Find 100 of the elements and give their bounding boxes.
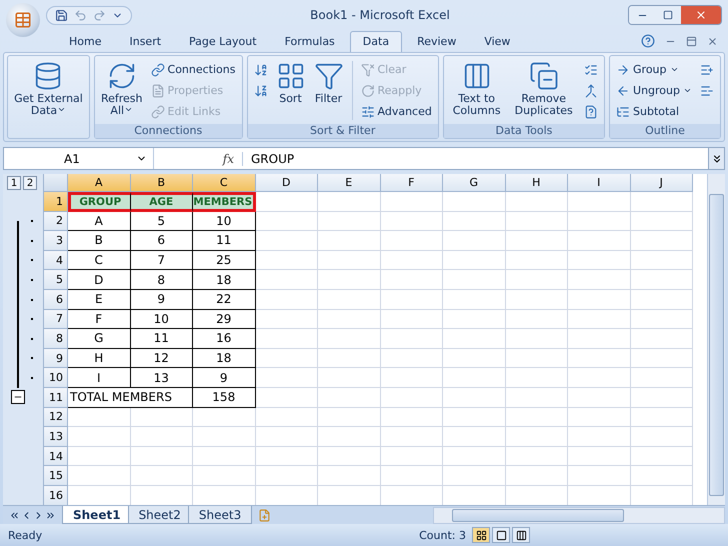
row-header[interactable]: 7 [44, 310, 68, 330]
row-header[interactable]: 6 [44, 290, 68, 310]
grid-cell [68, 466, 130, 486]
scroll-thumb[interactable] [709, 194, 724, 496]
row-header[interactable]: 2 [44, 212, 68, 232]
ribbon-tab[interactable]: Data [350, 31, 402, 52]
maximize-icon [663, 10, 673, 20]
grid-cell [380, 368, 443, 388]
column-header[interactable]: C [193, 174, 256, 192]
formula-field[interactable]: GROUP [243, 152, 708, 166]
grid-cell [506, 290, 568, 310]
page-break-button[interactable] [512, 527, 530, 543]
row-header[interactable]: 15 [44, 466, 68, 486]
ribbon-button[interactable]: Get External Data [12, 59, 85, 119]
grid-cell [193, 427, 256, 447]
ribbon-button[interactable]: Remove Duplicates [509, 59, 578, 119]
ribbon-button[interactable]: Filter [312, 59, 346, 107]
grid-cell [568, 310, 630, 330]
normal-view-button[interactable] [472, 527, 490, 543]
grid-cell [630, 466, 693, 486]
grid-cell [568, 388, 630, 408]
grid-cell [443, 290, 506, 310]
grid-cell [506, 368, 568, 388]
grid-cell [380, 231, 443, 251]
grid-cell [630, 368, 693, 388]
row-header[interactable]: 14 [44, 446, 68, 466]
ribbon-tab[interactable]: Formulas [272, 31, 348, 52]
grid-cell [506, 348, 568, 368]
column-header[interactable]: H [506, 174, 568, 192]
sheet-tab[interactable]: Sheet3 [188, 506, 252, 524]
ribbon-tab[interactable]: Insert [116, 31, 174, 52]
last-sheet-icon[interactable] [45, 510, 56, 520]
column-header[interactable]: G [443, 174, 506, 192]
row-header[interactable]: 8 [44, 329, 68, 349]
list-icon [616, 104, 630, 118]
column-header[interactable]: B [130, 174, 193, 192]
column-header[interactable]: J [630, 174, 693, 192]
help-icon[interactable] [641, 34, 655, 48]
column-header[interactable]: D [256, 174, 318, 192]
row-header[interactable]: 5 [44, 270, 68, 290]
collapse-button[interactable] [11, 390, 25, 404]
row-header[interactable]: 12 [44, 408, 68, 428]
first-sheet-icon[interactable] [9, 510, 20, 520]
grid-cell [256, 212, 318, 232]
grid-cell [568, 368, 630, 388]
restore-icon[interactable] [686, 36, 697, 46]
ribbon-tab[interactable]: View [471, 31, 524, 52]
office-button[interactable] [6, 3, 40, 37]
grid-cell [318, 310, 380, 330]
row-header[interactable]: 3 [44, 231, 68, 251]
row-header[interactable]: 10 [44, 368, 68, 388]
ribbon-button[interactable]: Ungroup [614, 80, 694, 101]
ribbon-tab[interactable]: Page Layout [176, 31, 270, 52]
grid-cell [630, 446, 693, 466]
duplicates-icon [528, 61, 559, 91]
maximize-button[interactable] [655, 6, 681, 24]
save-icon[interactable] [55, 8, 68, 22]
sort-descending-icon [254, 84, 268, 98]
expand-button[interactable] [708, 148, 724, 169]
close-icon[interactable] [707, 36, 718, 46]
insert-function-button[interactable]: fx [154, 152, 243, 166]
grid-cell [506, 466, 568, 486]
ribbon-button[interactable]: Connections [148, 59, 238, 80]
ribbon-button[interactable]: Refresh All [98, 59, 145, 119]
grid-cell [380, 270, 443, 290]
ribbon-button[interactable]: Sort [274, 59, 308, 107]
ribbon-tab[interactable]: Home [56, 31, 114, 52]
outline-level-button[interactable]: 2 [23, 176, 37, 190]
horizontal-scrollbar[interactable] [433, 506, 725, 524]
table-cell: 18 [193, 270, 256, 290]
name-box[interactable]: A1 [4, 148, 154, 169]
column-header[interactable]: A [68, 174, 130, 192]
vertical-scrollbar[interactable] [707, 174, 725, 505]
column-header[interactable]: I [568, 174, 630, 192]
page-layout-button[interactable] [492, 527, 510, 543]
ribbon-button[interactable]: Group [614, 59, 694, 80]
ribbon-button[interactable]: Text to Columns [448, 59, 506, 119]
ribbon-tab[interactable]: Review [404, 31, 470, 52]
row-header[interactable]: 11 [44, 388, 68, 408]
row-header[interactable]: 1 [44, 192, 68, 212]
close-button[interactable] [681, 6, 721, 24]
grid-cell [568, 446, 630, 466]
outline-level-button[interactable]: 1 [7, 176, 21, 190]
row-header[interactable]: 13 [44, 427, 68, 447]
grid-cell [506, 427, 568, 447]
scroll-thumb[interactable] [452, 508, 624, 522]
table-cell: 22 [193, 290, 256, 310]
ribbon-button[interactable]: Advanced [358, 101, 434, 122]
column-header[interactable]: E [318, 174, 380, 192]
row-header[interactable]: 4 [44, 250, 68, 270]
row-header[interactable]: 9 [44, 348, 68, 368]
grid-cell [193, 466, 256, 486]
grid-cell [568, 192, 630, 212]
ribbon-button[interactable]: Subtotal [614, 101, 694, 122]
column-header[interactable]: F [380, 174, 443, 192]
grid-cell [380, 408, 443, 428]
table-cell: 7 [130, 250, 193, 270]
row-header[interactable]: 16 [44, 486, 68, 505]
arrow-right-icon [616, 62, 630, 76]
table-cell: G [68, 329, 130, 349]
